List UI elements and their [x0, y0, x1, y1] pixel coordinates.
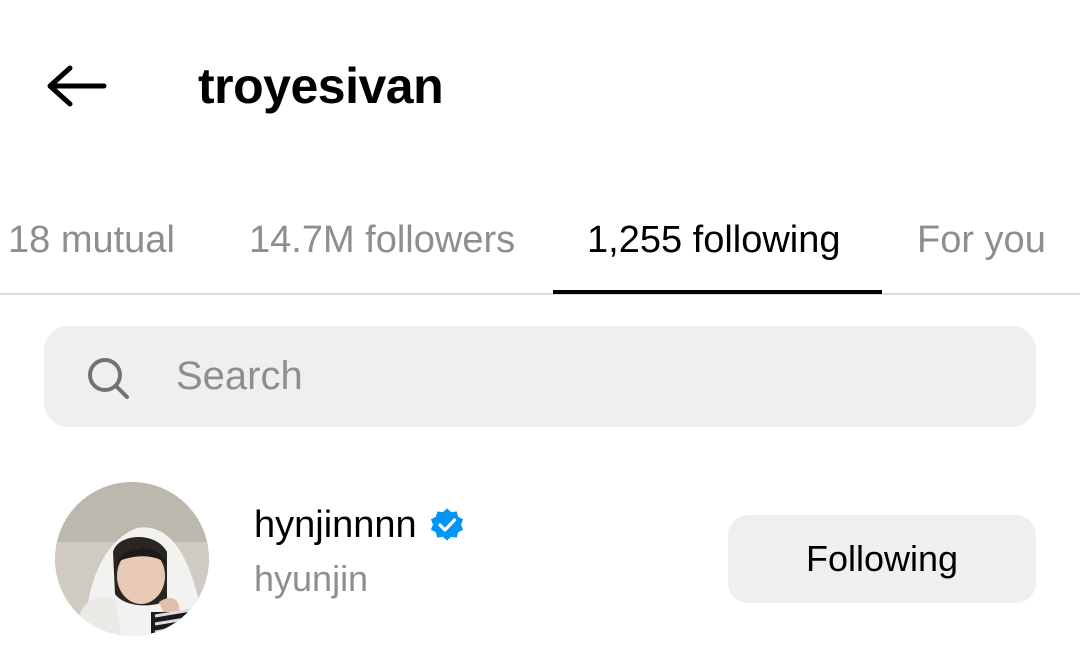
avatar[interactable]: [55, 482, 209, 636]
search-bar[interactable]: [44, 326, 1036, 427]
active-tab-indicator: [553, 290, 882, 294]
verified-badge-icon: [430, 508, 463, 541]
following-page: troyesivan 18 mutual 14.7M followers 1,2…: [0, 0, 1080, 665]
username-line: hynjinnnn: [254, 500, 465, 550]
search-icon: [88, 358, 129, 399]
tab-followers[interactable]: 14.7M followers: [249, 190, 515, 290]
tab-bar: 18 mutual 14.7M followers 1,255 followin…: [0, 190, 1080, 296]
tabs-divider: [0, 293, 1080, 295]
back-button[interactable]: [40, 56, 112, 116]
arrow-left-icon: [47, 65, 107, 107]
avatar-photo: [55, 482, 209, 636]
search-input[interactable]: [176, 326, 1016, 427]
tab-for-you[interactable]: For you: [917, 190, 1046, 290]
page-title: troyesivan: [198, 58, 444, 114]
following-button[interactable]: Following: [728, 515, 1036, 603]
tab-following[interactable]: 1,255 following: [587, 190, 841, 290]
full-name: hyunjin: [254, 558, 369, 599]
username[interactable]: hynjinnnn: [254, 504, 417, 547]
tab-mutual[interactable]: 18 mutual: [8, 190, 175, 290]
list-item[interactable]: hynjinnnn hyunjin Following: [0, 470, 1080, 650]
